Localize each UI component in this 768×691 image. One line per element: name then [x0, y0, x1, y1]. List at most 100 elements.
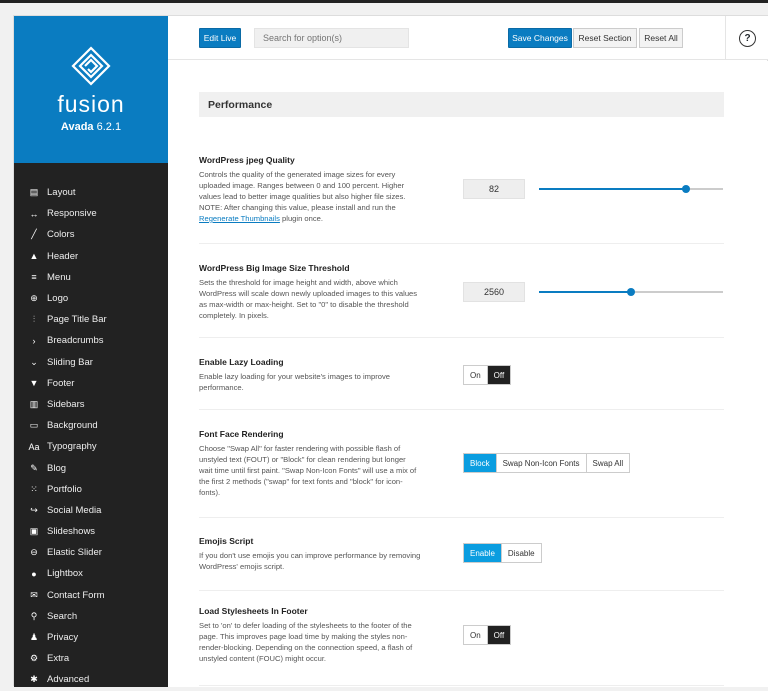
sidebar-item-label: Layout [47, 187, 76, 199]
contact-form-icon: ✉ [30, 589, 38, 600]
portfolio-icon: ⁙ [30, 483, 38, 494]
lazy-loading-off[interactable]: Off [487, 366, 511, 384]
sidebar-item-label: Elastic Slider [47, 547, 102, 559]
menu-icon: ≡ [31, 272, 37, 283]
reset-all-button[interactable]: Reset All [639, 28, 683, 48]
stylesheets-footer-on[interactable]: On [464, 626, 488, 644]
brand-block: fusion Avada 6.2.1 [14, 16, 168, 163]
extra-icon: ⚙ [29, 653, 39, 664]
sidebar-item-extra[interactable]: ⚙ Extra [14, 648, 168, 669]
sidebar-item-lightbox[interactable]: ● Lightbox [14, 563, 168, 584]
option-description: Choose "Swap All" for faster rendering w… [199, 444, 417, 497]
slideshows-icon: ▣ [29, 526, 39, 537]
sidebar-item-menu[interactable]: ≡ Menu [14, 267, 168, 288]
sidebar-item-social-media[interactable]: ↪ Social Media [14, 500, 168, 521]
big-image-threshold-slider[interactable] [539, 288, 723, 296]
sidebar-item-logo[interactable]: ⊕ Logo [14, 288, 168, 309]
sidebar-item-label: Header [47, 250, 79, 262]
option-description: Set to 'on' to defer loading of the styl… [199, 621, 413, 663]
lazy-loading-on[interactable]: On [464, 366, 488, 384]
sidebar-item-page-title-bar[interactable]: ⫶ Page Title Bar [14, 309, 168, 330]
sidebar: fusion Avada 6.2.1 ▤ Layout ↔ Responsive ╱ Co… [14, 16, 168, 687]
option-description: Sets the threshold for image height and … [199, 278, 418, 320]
footer-icon: ▼ [29, 378, 39, 389]
sidebar-item-header[interactable]: ▲ Header [14, 246, 168, 267]
blog-icon: ✎ [30, 462, 38, 473]
header-icon: ▲ [29, 251, 39, 262]
sidebar-item-label: Sliding Bar [47, 356, 93, 368]
product-version: Avada 6.2.1 [14, 121, 168, 133]
font-rendering-swap-all[interactable]: Swap All [586, 454, 630, 472]
option-title: Load Stylesheets In Footer [199, 606, 308, 616]
sidebar-item-label: Responsive [47, 208, 97, 220]
slider-fill [539, 188, 687, 190]
sidebar-item-label: Menu [47, 271, 71, 283]
sidebar-item-sidebars[interactable]: ▥ Sidebars [14, 394, 168, 415]
sidebar-item-responsive[interactable]: ↔ Responsive [14, 203, 168, 224]
emojis-disable[interactable]: Disable [501, 544, 541, 562]
sidebar-item-label: Logo [47, 293, 69, 305]
sidebar-item-advanced[interactable]: ✱ Advanced [14, 669, 168, 690]
sidebar-item-colors[interactable]: ╱ Colors [14, 224, 168, 245]
sidebar-item-label: Sidebars [47, 398, 85, 410]
font-rendering-swap-non-icon[interactable]: Swap Non-Icon Fonts [496, 454, 587, 472]
help-button[interactable]: ? [725, 16, 768, 60]
product-name: Avada [60, 121, 94, 133]
sidebar-item-contact-form[interactable]: ✉ Contact Form [14, 585, 168, 606]
search-icon: ⚲ [30, 610, 38, 621]
sidebar-item-search[interactable]: ⚲ Search [14, 606, 168, 627]
option-title: Emojis Script [199, 536, 254, 546]
font-rendering-block[interactable]: Block [464, 454, 497, 472]
option-title: Font Face Rendering [199, 429, 284, 439]
sidebar-item-layout[interactable]: ▤ Layout [14, 182, 168, 203]
stylesheets-footer-toggle: On Off [463, 625, 512, 645]
sliding-bar-icon: ⌄ [30, 356, 38, 367]
sidebar-item-blog[interactable]: ✎ Blog [14, 457, 168, 478]
big-image-threshold-value[interactable]: 2560 [463, 282, 525, 302]
typography-icon: Aa [28, 441, 40, 452]
jpeg-quality-slider[interactable] [539, 185, 723, 193]
privacy-icon: ♟ [29, 632, 39, 643]
option-emojis-script: Emojis Script If you don't use emojis yo… [199, 536, 724, 591]
layout-icon: ▤ [29, 187, 39, 198]
sidebar-item-background[interactable]: ▭ Background [14, 415, 168, 436]
options-panel: fusion Avada 6.2.1 ▤ Layout ↔ Responsive ╱ Co… [13, 15, 768, 687]
sidebar-item-footer[interactable]: ▼ Footer [14, 373, 168, 394]
logo-icon: ⊕ [30, 293, 38, 304]
stylesheets-footer-off[interactable]: Off [487, 626, 511, 644]
sidebar-item-sliding-bar[interactable]: ⌄ Sliding Bar [14, 352, 168, 373]
sidebar-item-slideshows[interactable]: ▣ Slideshows [14, 521, 168, 542]
regenerate-thumbnails-link[interactable]: Regenerate Thumbnails [199, 214, 280, 223]
page-title-bar-icon: ⫶ [32, 314, 36, 325]
option-stylesheets-footer: Load Stylesheets In Footer Set to 'on' t… [199, 606, 724, 686]
sidebar-item-label: Typography [47, 441, 97, 453]
reset-section-button[interactable]: Reset Section [573, 28, 637, 48]
sidebar-item-privacy[interactable]: ♟ Privacy [14, 627, 168, 648]
emojis-enable[interactable]: Enable [464, 544, 502, 562]
edit-live-button[interactable]: Edit Live [199, 28, 241, 48]
sidebar-item-label: Breadcrumbs [47, 335, 104, 347]
slider-handle[interactable] [627, 288, 635, 296]
option-title: WordPress Big Image Size Threshold [199, 263, 350, 273]
version-number: 6.2.1 [96, 121, 122, 133]
jpeg-quality-value[interactable]: 82 [463, 179, 525, 199]
sidebar-item-label: Portfolio [47, 483, 82, 495]
sidebar-item-label: Social Media [47, 504, 102, 516]
sidebar-item-label: Slideshows [47, 526, 96, 538]
sidebar-item-label: Search [47, 610, 78, 622]
help-icon: ? [739, 29, 756, 47]
sidebar-item-elastic-slider[interactable]: ⊖ Elastic Slider [14, 542, 168, 563]
search-input[interactable] [254, 28, 409, 48]
colors-icon: ╱ [31, 229, 37, 240]
lightbox-icon: ● [31, 568, 37, 579]
save-changes-button[interactable]: Save Changes [508, 28, 572, 48]
sidebar-item-typography[interactable]: Aa Typography [14, 436, 168, 457]
sidebar-item-label: Footer [47, 377, 75, 389]
sidebar-item-label: Colors [47, 229, 75, 241]
sidebar-item-portfolio[interactable]: ⁙ Portfolio [14, 479, 168, 500]
slider-handle[interactable] [682, 185, 691, 193]
option-title: Enable Lazy Loading [199, 357, 284, 367]
sidebar-item-label: Privacy [47, 632, 79, 644]
section-title: Performance [199, 92, 724, 117]
sidebar-item-breadcrumbs[interactable]: › Breadcrumbs [14, 330, 168, 351]
